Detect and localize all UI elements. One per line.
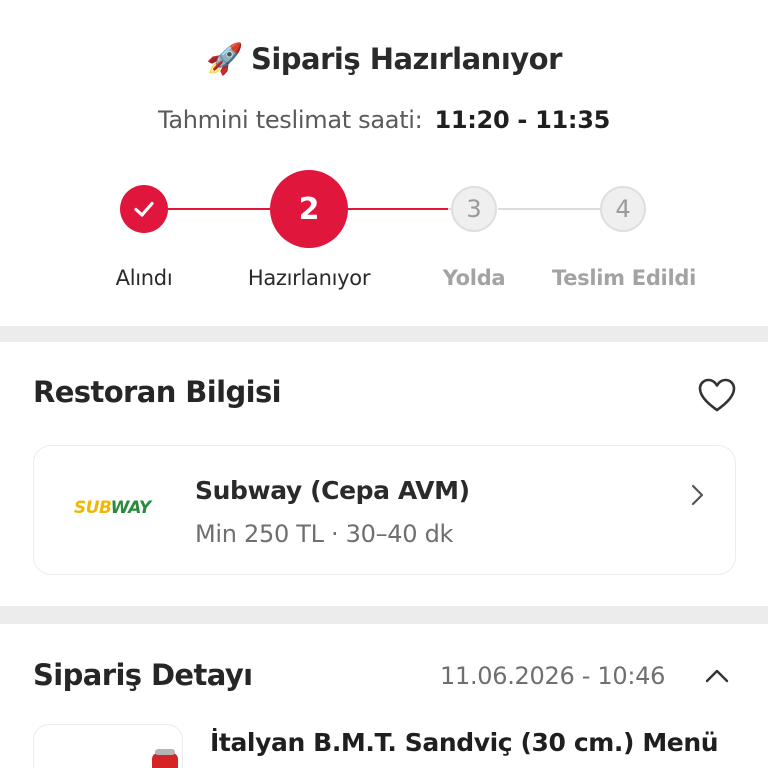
restaurant-meta: Min 250 TL · 30–40 dk [195, 520, 454, 548]
heart-icon [698, 378, 736, 412]
step-connector [498, 208, 602, 210]
step-4: 4 [600, 186, 646, 232]
restaurant-row[interactable]: SUBWAY Subway (Cepa AVM) Min 250 TL · 30… [33, 445, 736, 575]
collapse-button[interactable] [704, 666, 730, 686]
favorite-button[interactable] [696, 376, 738, 416]
step-connector [168, 208, 270, 210]
order-detail-card: Sipariş Detayı 11.06.2026 - 10:46 İtalya… [0, 624, 768, 768]
order-progress-stepper: 2 3 4 Alındı Hazırlanıyor Yolda Teslim E… [0, 0, 768, 326]
step-label: Teslim Edildi [552, 266, 696, 290]
section-title: Restoran Bilgisi [33, 375, 282, 409]
restaurant-name: Subway (Cepa AVM) [195, 476, 470, 505]
restaurant-info-card: Restoran Bilgisi SUBWAY Subway (Cepa AVM… [0, 342, 768, 606]
item-name[interactable]: İtalyan B.M.T. Sandviç (30 cm.) Menü [210, 728, 719, 757]
step-2-active: 2 [270, 170, 348, 248]
order-date: 11.06.2026 - 10:46 [440, 662, 666, 690]
chevron-right-icon [691, 484, 704, 506]
drink-can-image [152, 749, 178, 768]
step-1-check [120, 185, 168, 233]
step-connector [348, 208, 448, 210]
step-3: 3 [451, 186, 497, 232]
chevron-up-icon [705, 669, 729, 683]
order-status-card: 🚀 Sipariş Hazırlanıyor Tahmini teslimat s… [0, 0, 768, 326]
restaurant-logo: SUBWAY [74, 498, 151, 518]
item-image [33, 724, 183, 768]
section-title: Sipariş Detayı [33, 658, 253, 692]
check-icon [134, 201, 154, 217]
